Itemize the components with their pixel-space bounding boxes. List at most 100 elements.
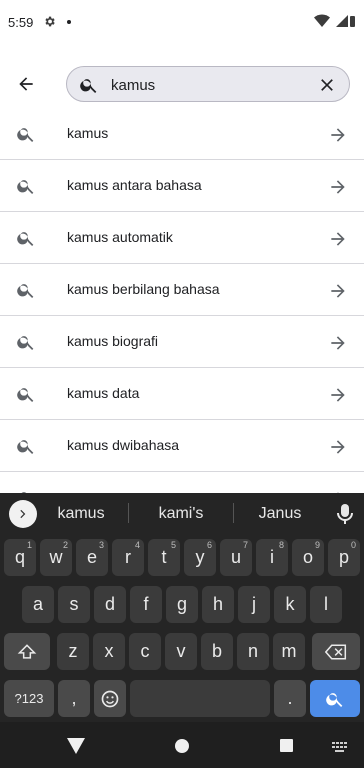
letter-key[interactable]: h bbox=[202, 586, 234, 623]
letter-key[interactable]: z bbox=[57, 633, 89, 670]
key-label: v bbox=[176, 641, 186, 661]
navigation-bar bbox=[0, 722, 364, 768]
home-circle-icon[interactable] bbox=[175, 739, 189, 753]
arrow-right-icon[interactable] bbox=[328, 125, 348, 145]
divider bbox=[128, 503, 129, 523]
arrow-right-icon[interactable] bbox=[328, 385, 348, 405]
letter-key[interactable]: e3 bbox=[76, 539, 108, 576]
letter-key[interactable]: q1 bbox=[4, 539, 36, 576]
period-key[interactable]: . bbox=[274, 680, 306, 717]
key-label: b bbox=[211, 641, 222, 661]
letter-key[interactable]: b bbox=[201, 633, 233, 670]
letter-key[interactable]: j bbox=[238, 586, 270, 623]
letter-key[interactable]: m bbox=[273, 633, 305, 670]
search-icon bbox=[17, 388, 34, 402]
gear-icon bbox=[45, 16, 55, 27]
letter-key[interactable]: l bbox=[310, 586, 342, 623]
arrow-left-icon bbox=[19, 77, 33, 91]
word-suggestion[interactable]: kami's bbox=[150, 505, 212, 523]
letter-key[interactable]: s bbox=[58, 586, 90, 623]
comma-key[interactable]: , bbox=[58, 680, 90, 717]
key-hint: 1 bbox=[26, 540, 32, 550]
arrow-right-icon[interactable] bbox=[328, 333, 348, 353]
suggestion-item[interactable]: kamus bbox=[0, 108, 364, 160]
suggestion-label: kamus antara bahasa bbox=[67, 177, 202, 193]
key-label: o bbox=[302, 547, 313, 567]
keyboard-suggestion-strip: kamus kami's Janus bbox=[0, 493, 364, 535]
key-label: l bbox=[324, 594, 328, 614]
letter-key[interactable]: a bbox=[22, 586, 54, 623]
letter-key[interactable]: o9 bbox=[292, 539, 324, 576]
shift-key[interactable] bbox=[4, 633, 50, 670]
recents-square-icon[interactable] bbox=[280, 739, 293, 752]
suggestion-label: kamus data bbox=[67, 385, 140, 401]
back-triangle-icon[interactable] bbox=[67, 738, 85, 754]
arrow-right-icon[interactable] bbox=[328, 281, 348, 301]
suggestion-item[interactable] bbox=[0, 472, 364, 493]
backspace-key[interactable] bbox=[312, 633, 360, 670]
search-input[interactable] bbox=[111, 74, 311, 96]
expand-suggestions-button[interactable] bbox=[9, 500, 37, 528]
key-label: x bbox=[104, 641, 114, 661]
letter-key[interactable]: u7 bbox=[220, 539, 252, 576]
letter-key[interactable]: w2 bbox=[40, 539, 72, 576]
suggestion-item[interactable]: kamus antara bahasa bbox=[0, 160, 364, 212]
key-label: q bbox=[14, 547, 25, 567]
key-label: n bbox=[247, 641, 258, 661]
suggestion-label: kamus bbox=[67, 125, 109, 141]
letter-key[interactable]: f bbox=[130, 586, 162, 623]
key-label: s bbox=[69, 594, 79, 614]
search-icon bbox=[80, 79, 97, 93]
soft-keyboard: kamus kami's Janus ?123 , . q1w2e3r4t5y6… bbox=[0, 493, 364, 722]
key-hint: 3 bbox=[98, 540, 104, 550]
key-label: h bbox=[212, 594, 223, 614]
search-key[interactable] bbox=[310, 680, 360, 717]
word-suggestion[interactable]: Janus bbox=[252, 505, 308, 523]
key-label: m bbox=[281, 641, 297, 661]
key-label: i bbox=[270, 547, 274, 567]
suggestion-item[interactable]: kamus biografi bbox=[0, 316, 364, 368]
arrow-right-icon[interactable] bbox=[328, 437, 348, 457]
letter-key[interactable]: c bbox=[129, 633, 161, 670]
key-hint: 0 bbox=[350, 540, 356, 550]
key-hint: 7 bbox=[242, 540, 248, 550]
close-icon[interactable] bbox=[317, 75, 337, 95]
key-label: e bbox=[86, 547, 97, 567]
microphone-icon[interactable] bbox=[336, 503, 354, 525]
suggestion-label: kamus biografi bbox=[67, 333, 159, 349]
letter-key[interactable]: x bbox=[93, 633, 125, 670]
suggestion-item[interactable]: kamus data bbox=[0, 368, 364, 420]
symbols-key[interactable]: ?123 bbox=[4, 680, 54, 717]
word-suggestion[interactable]: kamus bbox=[52, 505, 110, 523]
key-label: y bbox=[195, 547, 205, 567]
suggestion-label: kamus dwibahasa bbox=[67, 437, 180, 453]
letter-key[interactable]: d bbox=[94, 586, 126, 623]
suggestion-item[interactable]: kamus automatik bbox=[0, 212, 364, 264]
letter-key[interactable]: y6 bbox=[184, 539, 216, 576]
notification-dot bbox=[67, 20, 71, 24]
arrow-right-icon[interactable] bbox=[328, 229, 348, 249]
letter-key[interactable]: p0 bbox=[328, 539, 360, 576]
arrow-right-icon[interactable] bbox=[328, 177, 348, 197]
emoji-key[interactable] bbox=[94, 680, 126, 717]
search-box[interactable] bbox=[66, 66, 350, 102]
letter-key[interactable]: g bbox=[166, 586, 198, 623]
suggestion-item[interactable]: kamus berbilang bahasa bbox=[0, 264, 364, 316]
back-button[interactable] bbox=[12, 70, 40, 98]
letter-key[interactable]: t5 bbox=[148, 539, 180, 576]
space-key[interactable] bbox=[130, 680, 270, 717]
keyboard-switch-icon[interactable] bbox=[332, 742, 348, 752]
chevron-right-icon bbox=[20, 509, 26, 519]
letter-key[interactable]: v bbox=[165, 633, 197, 670]
key-hint: 2 bbox=[62, 540, 68, 550]
letter-key[interactable]: r4 bbox=[112, 539, 144, 576]
suggestion-item[interactable]: kamus dwibahasa bbox=[0, 420, 364, 472]
letter-key[interactable]: n bbox=[237, 633, 269, 670]
key-label: z bbox=[68, 641, 78, 661]
key-hint: 9 bbox=[314, 540, 320, 550]
search-icon bbox=[17, 232, 34, 246]
letter-key[interactable]: k bbox=[274, 586, 306, 623]
key-hint: 4 bbox=[134, 540, 140, 550]
letter-key[interactable]: i8 bbox=[256, 539, 288, 576]
key-label: t bbox=[161, 547, 167, 567]
